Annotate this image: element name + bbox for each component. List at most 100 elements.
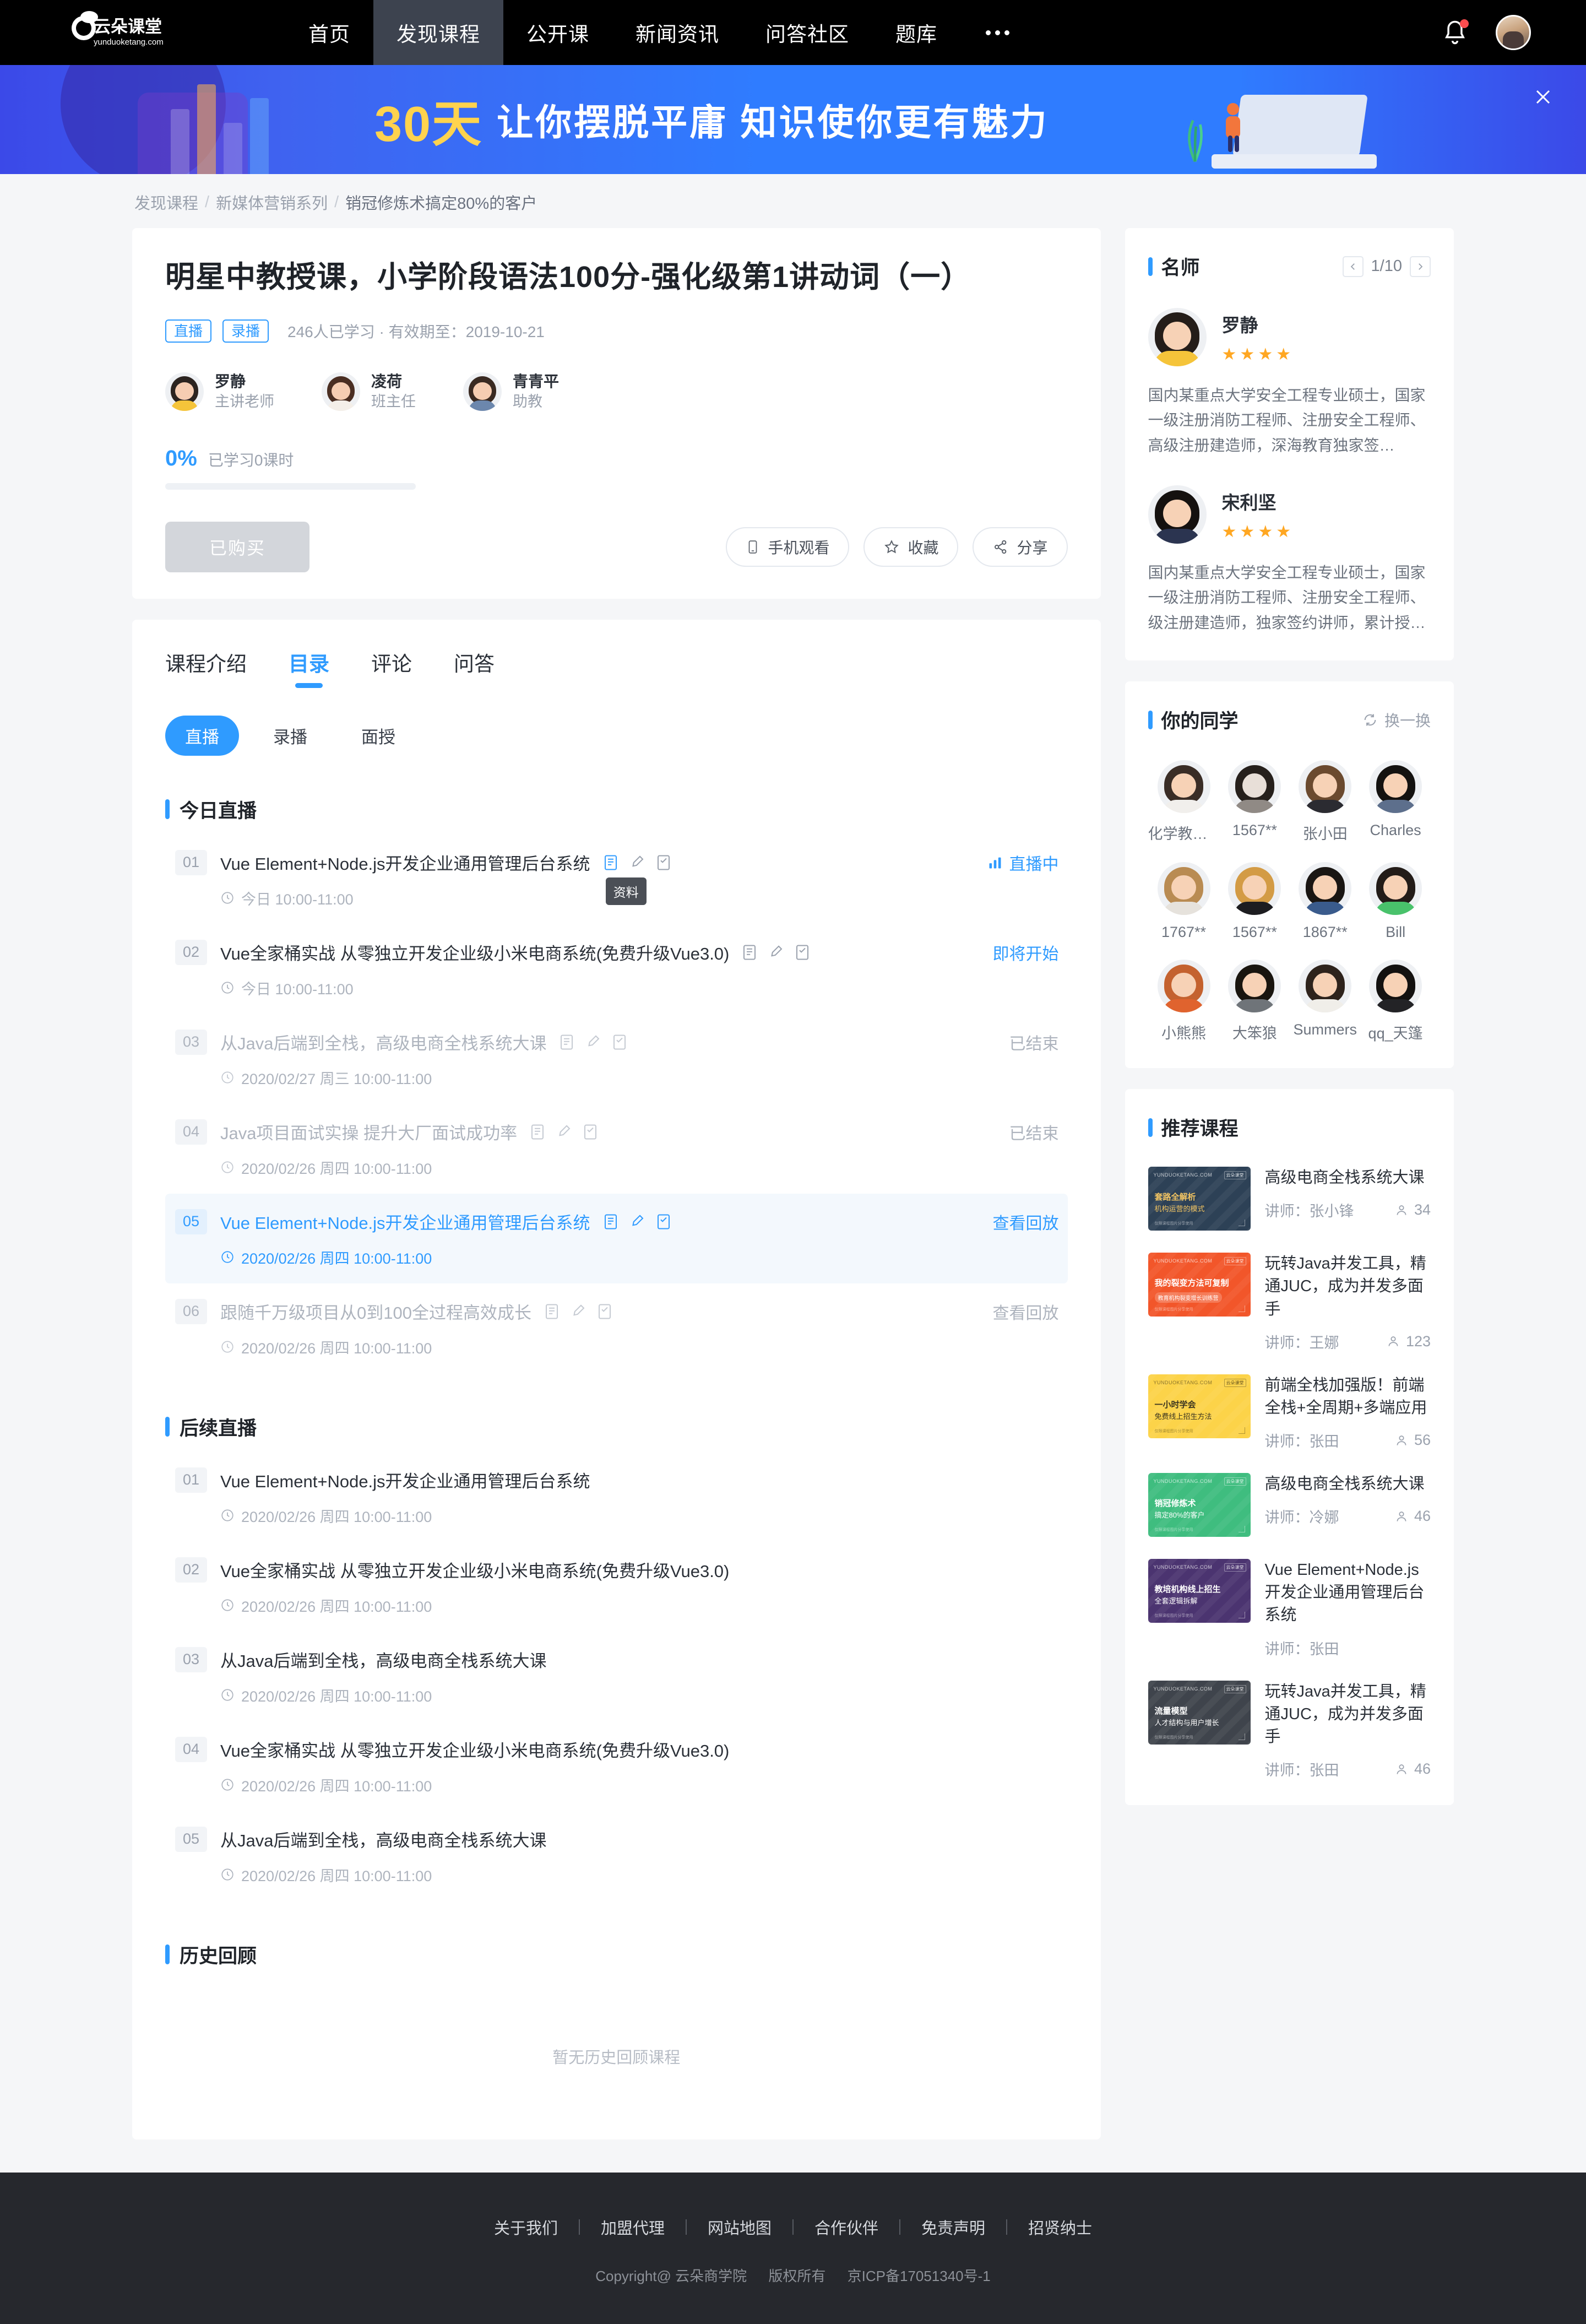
footer-link-about[interactable]: 关于我们	[473, 2215, 579, 2239]
tab-qa[interactable]: 问答	[454, 647, 495, 689]
teacher-card[interactable]: 宋利坚 ★ ★ ★ ★ 国内某重点大学安全工程专业硕士，国家一级注册消防工程师、注册安…	[1148, 485, 1431, 635]
chevron-left-icon[interactable]	[1342, 256, 1364, 277]
icp-text[interactable]: 京ICP备17051340号-1	[848, 2268, 991, 2284]
list-item[interactable]: 张小田	[1290, 760, 1360, 843]
homework-icon[interactable]	[556, 1123, 572, 1141]
list-item[interactable]: qq_天篷	[1360, 960, 1431, 1043]
thumb-footnote: 仅限课程图片分享使用	[1154, 1308, 1193, 1312]
student-count: 46	[1394, 1508, 1431, 1525]
homework-icon[interactable]	[629, 1212, 645, 1231]
material-icon[interactable]	[741, 943, 758, 962]
list-item[interactable]: 1767**	[1148, 862, 1220, 941]
table-row[interactable]: 05 从Java后端到全栈，高级电商全栈系统大课 2020/02/26 周四 1…	[165, 1811, 1068, 1901]
list-item[interactable]: 小熊熊	[1148, 960, 1220, 1043]
purchased-button[interactable]: 已购买	[165, 521, 309, 572]
list-item[interactable]: YUNDUOKETANG.COM 云朵课堂 流量模型 人才结构与用户增长 仅限课…	[1148, 1680, 1431, 1780]
teacher-item[interactable]: 凌荷 班主任	[322, 371, 416, 412]
list-item[interactable]: YUNDUOKETANG.COM 云朵课堂 套路全解析 机构运营的模式 仅限课程…	[1148, 1167, 1431, 1231]
list-item[interactable]: 1867**	[1290, 862, 1360, 941]
lesson-number: 03	[175, 1646, 207, 1672]
nav-item-qa-community[interactable]: 问答社区	[742, 0, 872, 65]
table-row[interactable]: 03 从Java后端到全栈，高级电商全栈系统大课 已结束 2020/02/27 …	[165, 1014, 1068, 1104]
table-row[interactable]: 01 Vue Element+Node.js开发企业通用管理后台系统 2020/…	[165, 1452, 1068, 1542]
teacher-name: 青青平	[513, 372, 560, 390]
list-item[interactable]: Summers	[1290, 960, 1360, 1043]
table-row[interactable]: 04 Vue全家桶实战 从零独立开发企业级小米电商系统(免费升级Vue3.0) …	[165, 1721, 1068, 1811]
tab-course-intro[interactable]: 课程介绍	[165, 647, 247, 689]
teacher-item[interactable]: 罗静 主讲老师	[165, 371, 274, 412]
homework-icon[interactable]	[570, 1302, 586, 1321]
homework-icon[interactable]	[585, 1033, 601, 1052]
footer-link-partners[interactable]: 合作伙伴	[794, 2215, 899, 2239]
list-item[interactable]: Bill	[1360, 862, 1431, 941]
lesson-status[interactable]: 即将开始	[993, 940, 1059, 965]
site-logo[interactable]: 云朵课堂 yunduoketang.com	[65, 0, 225, 65]
material-icon[interactable]	[558, 1033, 575, 1052]
breadcrumb-item-1[interactable]: 新媒体营销系列	[216, 191, 328, 214]
table-row[interactable]: 05 Vue Element+Node.js开发企业通用管理后台系统 查看回放	[165, 1193, 1068, 1283]
list-item[interactable]: 化学教书…	[1148, 760, 1220, 843]
table-row[interactable]: 02 Vue全家桶实战 从零独立开发企业级小米电商系统(免费升级Vue3.0) …	[165, 1542, 1068, 1632]
homework-icon[interactable]	[768, 943, 784, 962]
subtab-live[interactable]: 直播	[165, 715, 239, 756]
list-item[interactable]: YUNDUOKETANG.COM 云朵课堂 教培机构线上招生 全套逻辑拆解 仅限…	[1148, 1559, 1431, 1659]
lesson-status[interactable]: 直播中	[987, 850, 1059, 875]
material-icon[interactable]	[529, 1123, 546, 1141]
lesson-status[interactable]: 查看回放	[993, 1210, 1059, 1234]
list-item[interactable]: YUNDUOKETANG.COM 云朵课堂 我的裂变方法可复制 教育机构裂变增长…	[1148, 1253, 1431, 1352]
nav-item-open-courses[interactable]: 公开课	[503, 0, 612, 65]
table-row[interactable]: 06 跟随千万级项目从0到100全过程高效成长 查看回放 2020/02/26 …	[165, 1283, 1068, 1373]
teacher-item[interactable]: 青青平 助教	[463, 371, 559, 412]
tab-comments[interactable]: 评论	[371, 647, 412, 689]
chevron-right-icon[interactable]	[1410, 256, 1431, 277]
exam-icon[interactable]	[794, 943, 811, 962]
list-item[interactable]: 1567**	[1220, 760, 1290, 843]
exam-icon[interactable]	[582, 1123, 599, 1141]
watch-on-mobile-button[interactable]: 手机观看	[726, 527, 850, 567]
lesson-status[interactable]: 查看回放	[993, 1299, 1059, 1324]
breadcrumb-item-2[interactable]: 销冠修炼术搞定80%的客户	[345, 191, 537, 214]
teacher-prefix: 讲师：	[1264, 1509, 1310, 1526]
breadcrumb-item-0[interactable]: 发现课程	[134, 191, 198, 214]
table-row[interactable]: 03 从Java后端到全栈，高级电商全栈系统大课 2020/02/26 周四 1…	[165, 1632, 1068, 1721]
list-item[interactable]: YUNDUOKETANG.COM 云朵课堂 销冠修炼术 搞定80%的客户 仅限课…	[1148, 1473, 1431, 1537]
list-item[interactable]: Charles	[1360, 760, 1431, 843]
list-item[interactable]: YUNDUOKETANG.COM 云朵课堂 一小时学会 免费线上招生方法 仅限课…	[1148, 1374, 1431, 1451]
table-row[interactable]: 01 Vue Element+Node.js开发企业通用管理后台系统 资料 直播…	[165, 835, 1068, 924]
material-icon[interactable]	[602, 853, 619, 872]
thumb-footnote: 仅限课程图片分享使用	[1154, 1528, 1193, 1532]
table-row[interactable]: 04 Java项目面试实操 提升大厂面试成功率 已结束 2020/02/26 周…	[165, 1104, 1068, 1194]
teacher-card[interactable]: 罗静 ★ ★ ★ ★ 国内某重点大学安全工程专业硕士，国家一级注册消防工程师、注册安全…	[1148, 308, 1431, 458]
footer-link-agency[interactable]: 加盟代理	[580, 2215, 686, 2239]
nav-item-news[interactable]: 新闻资讯	[612, 0, 742, 65]
footer-link-disclaimer[interactable]: 免责声明	[900, 2215, 1006, 2239]
table-row[interactable]: 02 Vue全家桶实战 从零独立开发企业级小米电商系统(免费升级Vue3.0) …	[165, 924, 1068, 1014]
more-dots-icon[interactable]	[960, 0, 1035, 65]
tab-catalog[interactable]: 目录	[289, 647, 329, 689]
homework-icon[interactable]	[629, 853, 645, 872]
user-avatar[interactable]	[1496, 15, 1531, 50]
course-thumbnail: YUNDUOKETANG.COM 云朵课堂 一小时学会 免费线上招生方法 仅限课…	[1148, 1374, 1251, 1438]
share-button[interactable]: 分享	[973, 527, 1068, 567]
exam-icon[interactable]	[655, 1212, 672, 1231]
teacher-role: 助教	[513, 393, 542, 410]
nav-item-question-bank[interactable]: 题库	[872, 0, 960, 65]
promo-banner[interactable]: 30天 让你摆脱平庸 知识使你更有魅力	[0, 65, 1586, 174]
material-icon[interactable]	[602, 1212, 619, 1231]
refresh-classmates-button[interactable]: 换一换	[1362, 709, 1431, 731]
exam-icon[interactable]	[596, 1302, 613, 1321]
list-item[interactable]: 1567**	[1220, 862, 1290, 941]
favorite-button[interactable]: 收藏	[863, 527, 959, 567]
nav-item-discover-courses[interactable]: 发现课程	[373, 0, 503, 65]
exam-icon[interactable]	[655, 853, 672, 872]
footer-link-sitemap[interactable]: 网站地图	[687, 2215, 792, 2239]
nav-item-home[interactable]: 首页	[285, 0, 373, 65]
exam-icon[interactable]	[611, 1033, 628, 1052]
material-icon[interactable]	[544, 1302, 560, 1321]
close-icon[interactable]	[1531, 85, 1555, 109]
list-item[interactable]: 大笨狼	[1220, 960, 1290, 1043]
subtab-offline[interactable]: 面授	[341, 716, 415, 756]
footer-link-careers[interactable]: 招贤纳士	[1007, 2215, 1113, 2239]
subtab-recorded[interactable]: 录播	[253, 716, 327, 756]
bell-icon[interactable]	[1441, 18, 1469, 47]
